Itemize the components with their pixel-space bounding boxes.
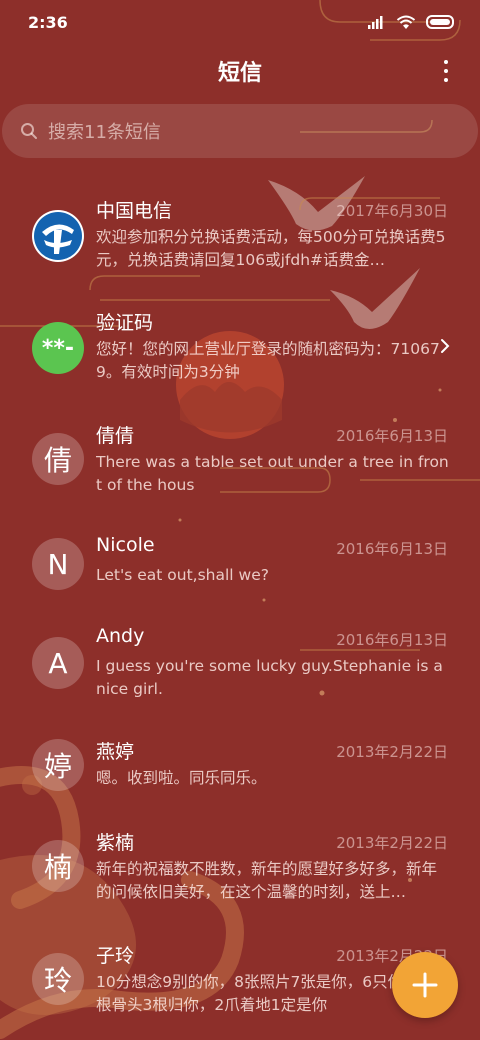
- avatar: 玲: [32, 953, 84, 1005]
- sender-name: Andy: [96, 625, 145, 647]
- battery-icon: [426, 15, 454, 29]
- status-icons: [368, 15, 456, 30]
- message-date: 2013年2月22日: [336, 834, 448, 852]
- message-date: 2016年6月13日: [336, 427, 448, 445]
- chevron-right-icon: [441, 339, 450, 353]
- plus-icon: [412, 972, 438, 998]
- page-title: 短信: [217, 61, 262, 86]
- list-item[interactable]: 楠 紫楠 2013年2月22日 新年的祝福数不胜数，新年的愿望好多好多，新年的问…: [0, 824, 480, 936]
- list-item[interactable]: **- 验证码 您好！您的网上营业厅登录的随机密码为：710679。有效时间为3…: [0, 304, 480, 416]
- message-preview: 新年的祝福数不胜数，新年的愿望好多好多，新年的问候依旧美好，在这个温馨的时刻，送…: [96, 860, 438, 901]
- message-preview: There was a table set out under a tree i…: [96, 453, 449, 494]
- status-bar: 2:36: [0, 0, 480, 44]
- sender-name: 紫楠: [96, 832, 135, 854]
- search-icon: [21, 123, 37, 139]
- message-preview: 欢迎参加积分兑换话费活动，每500分可兑换话费5元，兑换话费请回复106或jfd…: [96, 228, 446, 269]
- message-date: 2017年6月30日: [336, 202, 448, 220]
- wifi-icon: [396, 15, 416, 29]
- search-placeholder: 搜索11条短信: [48, 122, 161, 143]
- more-options-button[interactable]: [436, 56, 456, 86]
- china-telecom-logo: [34, 212, 82, 260]
- status-time: 2:36: [28, 12, 68, 32]
- message-preview: 嗯。收到啦。同乐同乐。: [96, 769, 267, 787]
- sender-name: 中国电信: [96, 200, 173, 222]
- sender-name: 燕婷: [96, 741, 135, 763]
- message-preview: Let's eat out,shall we?: [96, 566, 269, 584]
- more-vertical-icon: [444, 60, 448, 64]
- message-date: 2016年6月13日: [336, 540, 448, 558]
- list-item[interactable]: 中国电信 2017年6月30日 欢迎参加积分兑换话费活动，每500分可兑换话费5…: [0, 192, 480, 304]
- compose-button[interactable]: [392, 952, 458, 1018]
- search-input[interactable]: 搜索11条短信: [2, 104, 478, 158]
- signal-icon: [368, 16, 383, 29]
- sender-name: 倩倩: [96, 425, 135, 447]
- message-date: 2013年2月22日: [336, 743, 448, 761]
- more-vertical-icon: [444, 78, 448, 82]
- message-preview: I guess you're some lucky guy.Stephanie …: [96, 657, 443, 698]
- avatar: A: [32, 637, 84, 689]
- sender-name: Nicole: [96, 534, 155, 556]
- avatar: 楠: [32, 840, 84, 892]
- sender-name: 验证码: [96, 312, 154, 334]
- avatar: N: [32, 538, 84, 590]
- sender-name: 子玲: [96, 945, 135, 967]
- list-item[interactable]: 倩 倩倩 2016年6月13日 There was a table set ou…: [0, 417, 480, 529]
- more-vertical-icon: [444, 69, 448, 73]
- app-header: 短信: [0, 44, 480, 98]
- list-item[interactable]: A Andy 2016年6月13日 I guess you're some lu…: [0, 621, 480, 733]
- message-date: 2016年6月13日: [336, 631, 448, 649]
- message-preview: 您好！您的网上营业厅登录的随机密码为：710679。有效时间为3分钟: [96, 340, 440, 381]
- avatar: 倩: [32, 433, 84, 485]
- avatar: 婷: [32, 739, 84, 791]
- avatar: **-: [32, 322, 84, 374]
- avatar: [32, 210, 84, 262]
